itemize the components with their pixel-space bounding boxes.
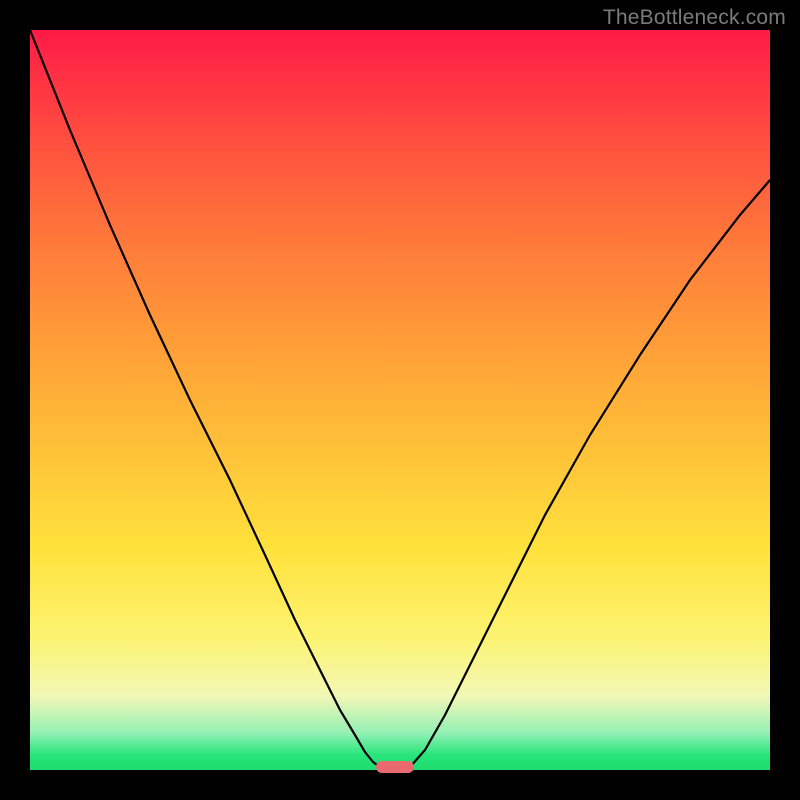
bottleneck-curve — [30, 30, 770, 770]
minimum-marker — [376, 761, 414, 773]
watermark-text: TheBottleneck.com — [603, 6, 786, 30]
chart-frame: TheBottleneck.com — [0, 0, 800, 800]
curve-right-branch — [410, 180, 770, 767]
plot-area — [30, 30, 770, 770]
curve-left-branch — [30, 30, 380, 767]
